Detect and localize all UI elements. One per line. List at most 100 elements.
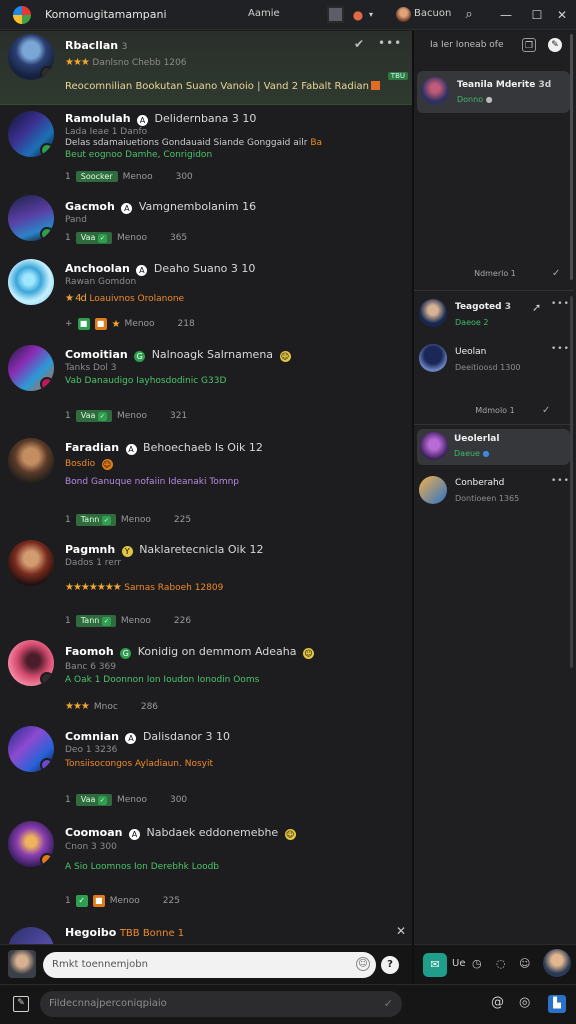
message-sub: Dados 1 rerr: [65, 558, 122, 568]
pin-icon[interactable]: ➚: [532, 293, 541, 323]
check-reaction-icon[interactable]: ✓: [75, 895, 88, 907]
bottom-input[interactable]: Fildecnnajperconiqpiaio ✓: [40, 991, 402, 1017]
maximize-icon[interactable]: ☐: [528, 0, 546, 30]
check-icon[interactable]: ✓: [384, 991, 393, 1017]
view-count: 218: [177, 319, 195, 329]
avatar: [421, 77, 449, 105]
reaction-row: 1 ✓ ■ Menoo 225: [65, 895, 180, 907]
close-icon[interactable]: ✕: [553, 0, 571, 30]
notification-icon[interactable]: ●: [351, 0, 365, 30]
chat-button[interactable]: ✉: [423, 953, 447, 977]
sender-name[interactable]: Pagmnh: [65, 543, 115, 556]
rating-stars: ★★★★★★★: [65, 582, 122, 593]
meta-label: Menoo: [116, 233, 147, 243]
sender-name[interactable]: Comoitian: [65, 348, 128, 361]
reaction-chip[interactable]: Vaa ✓: [75, 794, 112, 806]
sender-name[interactable]: Gacmoh: [65, 200, 115, 213]
chevron-down-icon[interactable]: ▾: [366, 0, 376, 30]
avatar[interactable]: [8, 345, 54, 391]
at-icon[interactable]: @: [491, 995, 504, 1010]
message-item[interactable]: Pagmnh Y Naklaretecnicla Oik 12 Dados 1 …: [0, 535, 412, 635]
sender-name[interactable]: Faomoh: [65, 645, 114, 658]
message-item[interactable]: Faomoh G Konidig on demmom Adeaha ☺ Banc…: [0, 635, 412, 725]
status-dot: [40, 758, 54, 772]
minimize-icon[interactable]: —: [497, 0, 515, 30]
message-item[interactable]: Comnian A Dalisdanor 3 10 Deo 1 3236 Ton…: [0, 725, 412, 815]
copy-icon[interactable]: ❐: [522, 38, 536, 52]
star-icon[interactable]: ★: [112, 319, 121, 330]
message-item[interactable]: Ramolulah A Delidernbana 3 10 Lada Ieae …: [0, 105, 412, 195]
message-item[interactable]: Comoitian G Nalnoagk Salrnamena ☺ Tanks …: [0, 341, 412, 435]
sender-name[interactable]: Coomoan: [65, 826, 122, 839]
view-count: 286: [140, 701, 159, 712]
avatar[interactable]: [8, 640, 54, 686]
emoji-icon[interactable]: ☺: [356, 957, 370, 971]
more-options-icon[interactable]: •••: [551, 476, 570, 486]
avatar[interactable]: [8, 111, 54, 157]
message-sub: Bosdio: [65, 459, 96, 469]
more-options-icon[interactable]: •••: [551, 344, 570, 354]
reaction-chip[interactable]: Vaa ✓: [75, 232, 112, 244]
scrollbar[interactable]: [570, 34, 573, 280]
status-dot: [40, 143, 54, 157]
clock-icon[interactable]: ◷: [472, 957, 482, 970]
dock-icon[interactable]: ▙: [548, 995, 566, 1013]
message-item[interactable]: Hegoibo TBB Bonne 1: [0, 915, 412, 944]
chat-bubble-icon[interactable]: ◌: [496, 957, 506, 970]
user-avatar[interactable]: [396, 7, 411, 22]
avatar[interactable]: [8, 540, 54, 586]
avatar: [419, 299, 447, 327]
message-sub: Rawan Gomdon: [65, 277, 137, 287]
reaction-chip[interactable]: Soocker: [75, 171, 118, 182]
avatar[interactable]: [8, 259, 54, 305]
check-icon[interactable]: ✓: [542, 405, 550, 416]
avatar[interactable]: [8, 34, 54, 80]
sender-name[interactable]: Faradian: [65, 441, 119, 454]
sender-name[interactable]: Hegoibo: [65, 926, 116, 939]
edit-icon[interactable]: ✎: [13, 996, 29, 1012]
reaction-chip[interactable]: Vaa ✓: [75, 410, 112, 422]
screen-share-icon[interactable]: [327, 6, 344, 23]
sender-name[interactable]: Anchoolan: [65, 262, 130, 275]
avatar[interactable]: [8, 821, 54, 867]
compose-icon[interactable]: ✎: [548, 38, 562, 52]
settings-icon[interactable]: ◎: [519, 995, 530, 1010]
card-status: Daeoe 2: [455, 318, 489, 327]
check-icon[interactable]: ✔: [354, 37, 364, 51]
reaction-chip[interactable]: Tann ✓: [75, 615, 116, 627]
more-options-icon[interactable]: •••: [551, 299, 570, 309]
reaction-chip[interactable]: Tann ✓: [75, 514, 116, 526]
message-item[interactable]: Anchoolan A Deaho Suano 3 10 Rawan Gomdo…: [0, 255, 412, 341]
reaction-orange-icon[interactable]: ■: [92, 895, 105, 907]
message-input[interactable]: Rmkt toennemjobn ☺: [43, 952, 376, 978]
avatar[interactable]: [8, 195, 54, 241]
search-icon[interactable]: ⌕: [460, 0, 478, 30]
scrollbar[interactable]: [570, 296, 573, 668]
close-icon[interactable]: ✕: [396, 924, 406, 938]
smile-icon[interactable]: ☺: [519, 957, 530, 970]
bottom-bar: ✎ Fildecnnajperconiqpiaio ✓ @ ◎ ▙: [0, 984, 576, 1024]
avatar[interactable]: [8, 438, 54, 484]
sender-name[interactable]: Rbacllan: [65, 39, 118, 52]
reaction-row: 1 Vaa ✓ Menoo 321: [65, 410, 188, 422]
message-item[interactable]: Rbacllan 3 ★★★ Danlsno Chebb 1206 Reocom…: [0, 31, 412, 105]
message-item[interactable]: Coomoan A Nabdaek eddonemebhe ☺ Cnon 3 3…: [0, 815, 412, 915]
side-card-active[interactable]: Teanila Mderite 3d Donno ●: [417, 71, 570, 113]
reaction-orange-icon[interactable]: ■: [94, 318, 107, 330]
sender-name[interactable]: Ramolulah: [65, 112, 131, 125]
avatar: [420, 432, 448, 460]
message-text: Bond Ganuque nofaiin Ideanaki Tomnp: [65, 477, 240, 487]
sender-name[interactable]: Comnian: [65, 730, 119, 743]
reaction-green-icon[interactable]: ■: [77, 318, 90, 330]
send-button[interactable]: ?: [381, 956, 399, 974]
check-icon[interactable]: ✓: [552, 268, 560, 279]
message-item[interactable]: Faradian A Behoechaeb Is Oik 12 Bosdio ☺…: [0, 435, 412, 535]
more-options-icon[interactable]: •••: [378, 36, 402, 50]
side-card[interactable]: Ueolerlal Daeue ●: [417, 429, 570, 465]
avatar[interactable]: [8, 726, 54, 772]
app-logo-icon: [13, 5, 31, 24]
avatar[interactable]: [8, 927, 54, 944]
profile-avatar[interactable]: [543, 949, 571, 977]
message-item[interactable]: Gacmoh A Vamgnembolanim 16 Pand 1 Vaa ✓ …: [0, 195, 412, 255]
composer-avatar[interactable]: [8, 950, 36, 978]
